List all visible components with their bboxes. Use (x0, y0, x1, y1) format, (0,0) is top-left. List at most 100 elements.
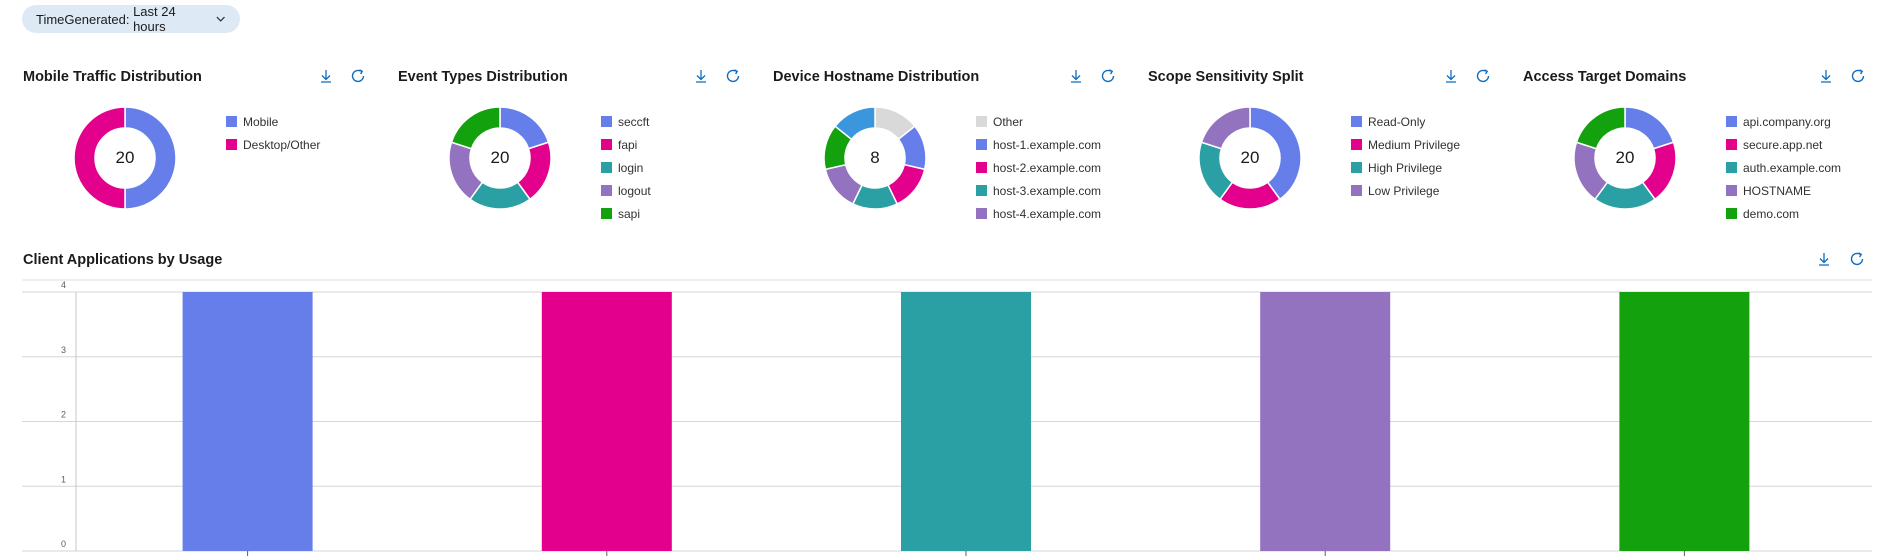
legend: seccft fapi login logout sapi (601, 110, 651, 225)
refresh-icon (351, 69, 365, 83)
refresh-icon (1476, 69, 1490, 83)
legend-item[interactable]: api.company.org (1726, 110, 1841, 133)
time-filter-pill[interactable]: TimeGenerated: Last 24 hours (22, 4, 240, 34)
download-button[interactable] (1440, 65, 1462, 87)
legend-swatch (1726, 162, 1737, 173)
legend-label: Desktop/Other (243, 137, 321, 152)
refresh-button[interactable] (347, 65, 369, 87)
legend-swatch (976, 116, 987, 127)
legend-item[interactable]: auth.example.com (1726, 156, 1841, 179)
legend-item[interactable]: seccft (601, 110, 651, 133)
refresh-button[interactable] (1097, 65, 1119, 87)
bar[interactable] (901, 292, 1031, 551)
legend-label: sapi (618, 206, 641, 221)
legend-item[interactable]: Desktop/Other (226, 133, 320, 156)
donut-panel: Event Types Distribution 20 seccft fapi logi… (398, 58, 773, 228)
bar[interactable] (1260, 292, 1391, 551)
y-tick-label: 4 (61, 280, 66, 290)
refresh-icon (1851, 69, 1865, 83)
refresh-button[interactable] (722, 65, 744, 87)
legend-item[interactable]: demo.com (1726, 202, 1841, 225)
legend-item[interactable]: Read-Only (1351, 110, 1460, 133)
y-tick-label: 0 (61, 539, 66, 549)
legend-label: High Privilege (1368, 160, 1443, 175)
legend: Read-Only Medium Privilege High Privilege L… (1351, 110, 1460, 202)
legend-item[interactable]: logout (601, 179, 651, 202)
legend-item[interactable]: Medium Privilege (1351, 133, 1460, 156)
bar[interactable] (182, 292, 313, 551)
donut-slice[interactable] (1624, 106, 1675, 150)
refresh-icon (726, 69, 740, 83)
refresh-button[interactable] (1472, 65, 1494, 87)
y-tick-label: 3 (61, 345, 66, 355)
legend-item[interactable]: fapi (601, 133, 651, 156)
legend-item[interactable]: High Privilege (1351, 156, 1460, 179)
legend-swatch (601, 208, 612, 219)
download-button[interactable] (1815, 65, 1837, 87)
donut-slice[interactable] (1575, 106, 1626, 150)
legend-swatch (976, 208, 987, 219)
legend: Other host-1.example.com host-2.example.co… (976, 110, 1101, 225)
time-filter-label: TimeGenerated: (36, 11, 130, 27)
client-applications-bar-chart: 0 1 2 3 4 (22, 279, 1872, 556)
legend-item[interactable]: secure.app.net (1726, 133, 1841, 156)
donut-slice[interactable] (1249, 106, 1302, 201)
donut-chart (1198, 106, 1302, 210)
download-button[interactable] (315, 65, 337, 87)
refresh-button[interactable] (1847, 65, 1869, 87)
panel-title: Access Target Domains (1523, 69, 1687, 85)
legend-label: Mobile (243, 114, 279, 129)
download-icon (1446, 70, 1456, 83)
donut-slice[interactable] (450, 106, 501, 150)
legend-swatch (601, 185, 612, 196)
legend-swatch (226, 139, 237, 150)
bar-download-button[interactable] (1813, 248, 1835, 270)
donut-chart (73, 106, 177, 210)
legend-item[interactable]: host-4.example.com (976, 202, 1101, 225)
refresh-icon (1850, 252, 1864, 266)
download-button[interactable] (1065, 65, 1087, 87)
legend: api.company.org secure.app.net auth.exampl… (1726, 110, 1841, 225)
bar-chart-title: Client Applications by Usage (23, 252, 223, 268)
legend-swatch (976, 162, 987, 173)
legend-swatch (1351, 139, 1362, 150)
legend-swatch (1351, 185, 1362, 196)
bar-refresh-button[interactable] (1846, 248, 1868, 270)
bar[interactable] (541, 292, 672, 551)
download-button[interactable] (690, 65, 712, 87)
legend-item[interactable]: host-2.example.com (976, 156, 1101, 179)
donut-panel: Access Target Domains 20 api.company.org se… (1523, 58, 1894, 228)
donut-chart (823, 106, 927, 210)
legend: Mobile Desktop/Other (226, 110, 320, 156)
legend-item[interactable]: sapi (601, 202, 651, 225)
legend-label: fapi (618, 137, 638, 152)
legend-label: secure.app.net (1743, 137, 1823, 152)
legend-item[interactable]: login (601, 156, 651, 179)
bar[interactable] (1619, 292, 1750, 551)
donut-slice[interactable] (1200, 106, 1251, 150)
legend-swatch (601, 162, 612, 173)
donut-slice[interactable] (824, 163, 863, 205)
legend-label: api.company.org (1743, 114, 1831, 129)
legend-label: host-4.example.com (993, 206, 1102, 221)
legend-item[interactable]: Other (976, 110, 1101, 133)
legend-label: Other (993, 114, 1024, 129)
chevron-down-icon (216, 16, 225, 22)
download-icon (1071, 70, 1081, 83)
donut-slice[interactable] (499, 106, 550, 150)
y-tick-label: 2 (61, 410, 66, 420)
panel-title: Device Hostname Distribution (773, 69, 980, 85)
donut-slice[interactable] (73, 106, 126, 210)
legend-label: seccft (618, 114, 650, 129)
legend-label: auth.example.com (1743, 160, 1842, 175)
legend-item[interactable]: host-3.example.com (976, 179, 1101, 202)
legend-item[interactable]: Low Privilege (1351, 179, 1460, 202)
legend-label: Low Privilege (1368, 183, 1440, 198)
legend-item[interactable]: HOSTNAME (1726, 179, 1841, 202)
legend-item[interactable]: Mobile (226, 110, 320, 133)
donut-panel: Scope Sensitivity Split 20 Read-Only Medium… (1148, 58, 1523, 228)
legend-item[interactable]: host-1.example.com (976, 133, 1101, 156)
panel-title: Event Types Distribution (398, 69, 568, 85)
donut-slice[interactable] (124, 106, 177, 210)
legend-label: host-1.example.com (993, 137, 1102, 152)
